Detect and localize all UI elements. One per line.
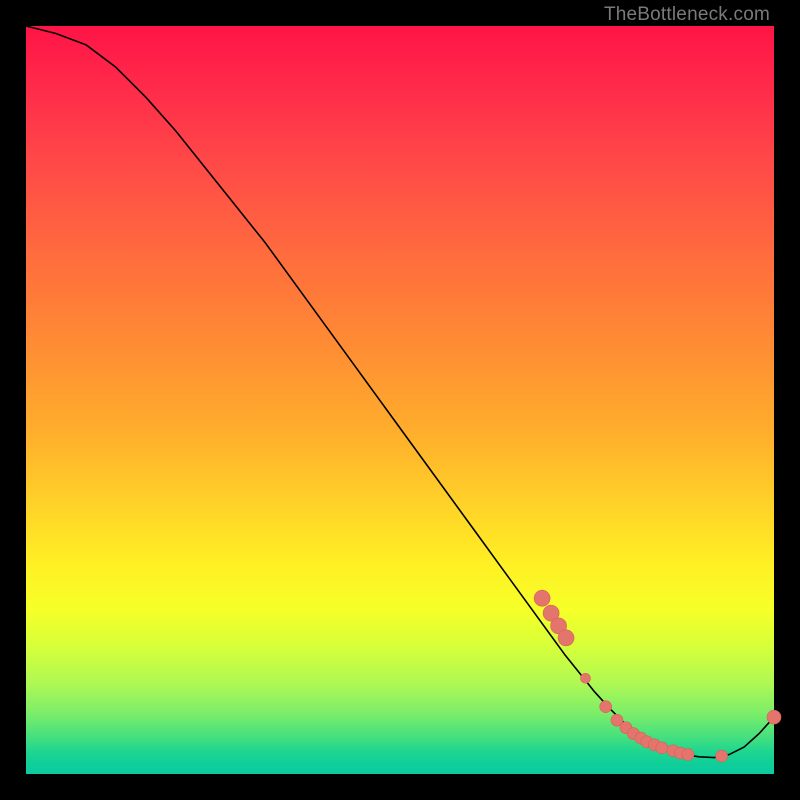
- chart-svg: [26, 26, 774, 774]
- data-marker: [558, 630, 574, 646]
- data-marker: [581, 673, 591, 683]
- data-marker: [600, 701, 612, 713]
- marker-group: [534, 590, 781, 762]
- watermark-text: TheBottleneck.com: [604, 4, 770, 26]
- plot-area: [26, 26, 774, 774]
- data-marker: [682, 749, 694, 761]
- data-marker: [716, 750, 728, 762]
- data-marker: [534, 590, 550, 606]
- chart-stage: TheBottleneck.com: [0, 0, 800, 800]
- data-marker: [656, 742, 668, 754]
- data-marker: [767, 710, 781, 724]
- bottleneck-curve: [26, 26, 774, 758]
